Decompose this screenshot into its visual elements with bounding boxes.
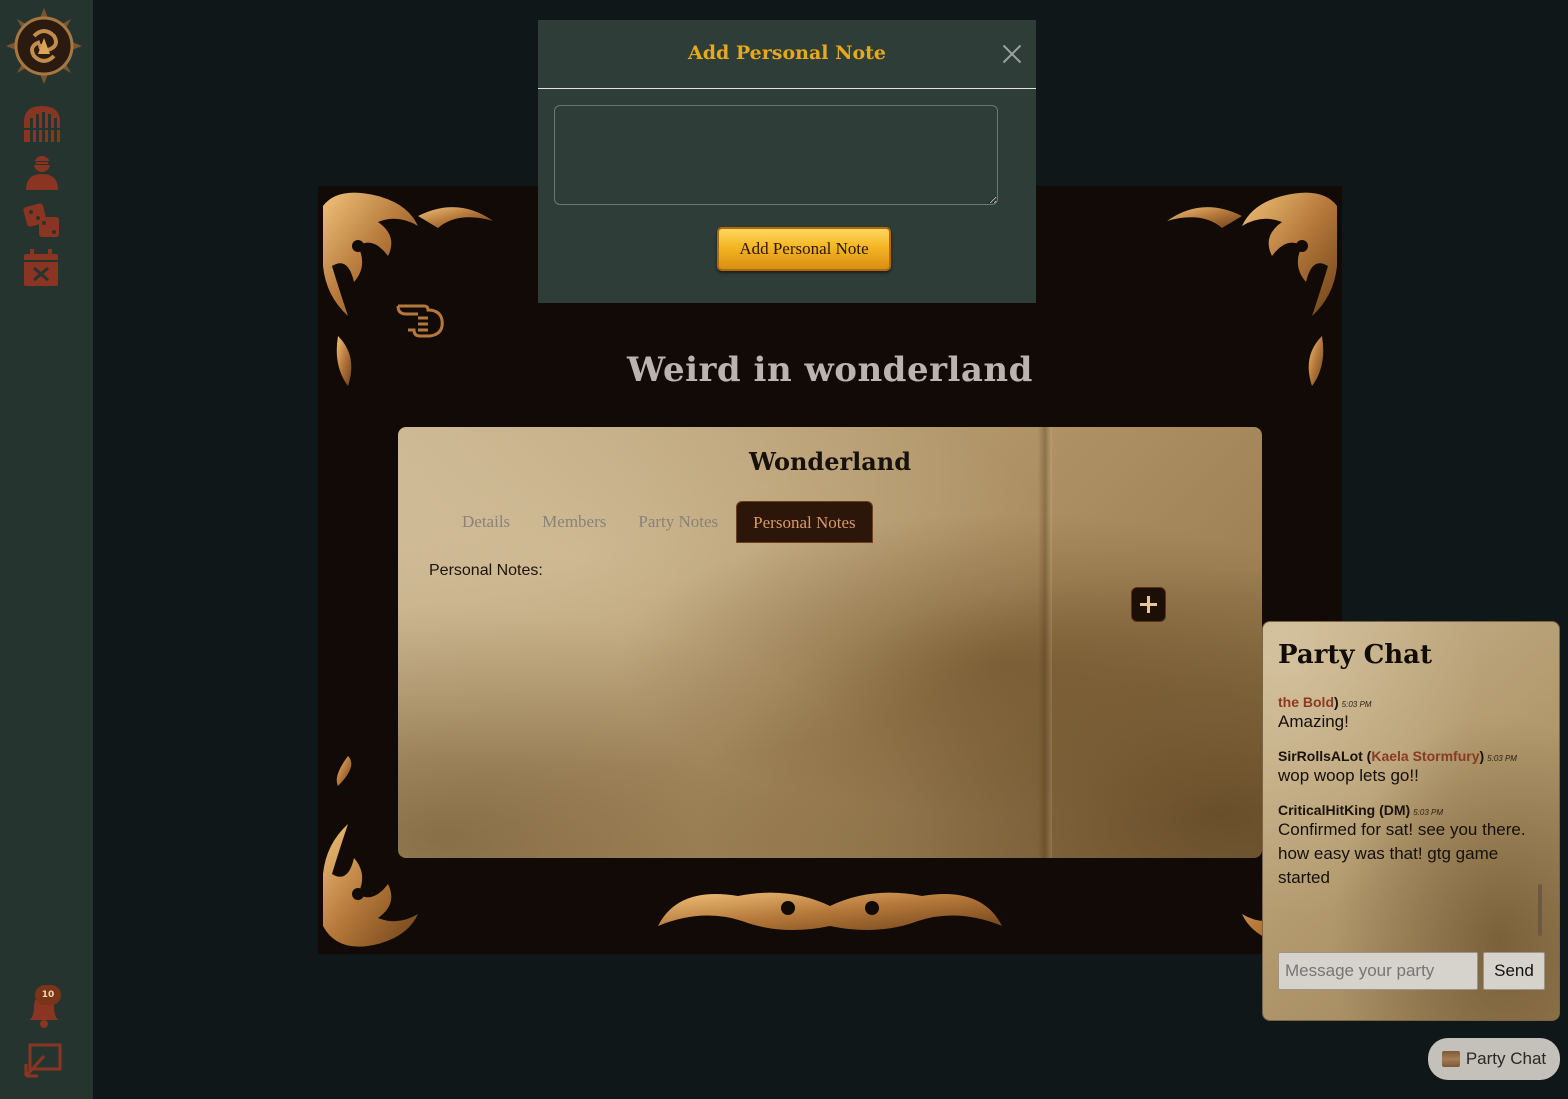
chat-message: CriticalHitKing (DM) 5:03 PM Confirmed fo… xyxy=(1278,802,1538,890)
message-time: 5:03 PM xyxy=(1341,700,1372,709)
campaigns-icon[interactable] xyxy=(22,104,62,144)
chat-message: the Bold) 5:03 PM Amazing! xyxy=(1278,694,1538,734)
tab-party-notes[interactable]: Party Notes xyxy=(622,501,734,543)
add-personal-note-button[interactable]: Add Personal Note xyxy=(717,227,891,271)
parchment-fold xyxy=(1038,427,1052,858)
message-character: the Bold xyxy=(1278,694,1334,710)
campaign-tabs: Details Members Party Notes Personal Not… xyxy=(446,501,873,543)
chat-message: SirRollsALot (Kaela Stormfury) 5:03 PM wo… xyxy=(1278,748,1538,788)
close-icon[interactable] xyxy=(1002,44,1022,64)
dice-icon[interactable] xyxy=(22,200,62,240)
notification-badge: 10 xyxy=(35,985,61,1005)
message-text: wop woop lets go!! xyxy=(1278,766,1419,785)
party-chat-panel: Party Chat the Bold) 5:03 PM Amazing! Sir… xyxy=(1262,621,1560,1021)
personal-notes-label: Personal Notes: xyxy=(429,562,543,579)
logo-icon[interactable] xyxy=(4,6,84,86)
tab-members[interactable]: Members xyxy=(526,501,622,543)
party-chat-toggle-label: Party Chat xyxy=(1465,1049,1547,1068)
message-meta: the Bold) 5:03 PM xyxy=(1278,694,1372,710)
message-text: Amazing! xyxy=(1278,712,1349,731)
note-textarea[interactable] xyxy=(554,105,998,205)
chat-title: Party Chat xyxy=(1278,640,1433,670)
chat-message-input[interactable] xyxy=(1278,952,1478,990)
message-character: Kaela Stormfury xyxy=(1371,748,1480,764)
message-time: 5:03 PM xyxy=(1487,754,1517,763)
message-text: Confirmed for sat! see you there. how ea… xyxy=(1278,820,1526,887)
message-time: 5:03 PM xyxy=(1413,808,1444,817)
modal-header: Add Personal Note xyxy=(538,20,1036,89)
scroll-icon xyxy=(1441,1051,1460,1067)
add-note-modal: Add Personal Note Add Personal Note xyxy=(538,20,1036,303)
party-chat-toggle-button[interactable]: Party Chat xyxy=(1428,1038,1560,1080)
character-icon[interactable] xyxy=(22,152,62,192)
page-title: Weird in wonderland xyxy=(627,350,1033,390)
chat-log[interactable]: the Bold) 5:03 PM Amazing! SirRollsALot (… xyxy=(1278,682,1538,932)
tab-personal-notes[interactable]: Personal Notes xyxy=(736,501,873,543)
send-button[interactable]: Send xyxy=(1483,952,1545,990)
message-user: SirRollsALot xyxy=(1278,748,1363,764)
modal-title: Add Personal Note xyxy=(687,42,887,64)
campaign-panel: Wonderland Details Members Party Notes P… xyxy=(398,427,1262,858)
calendar-cancel-icon[interactable] xyxy=(22,248,62,288)
tab-details[interactable]: Details xyxy=(446,501,526,543)
campaign-title: Wonderland xyxy=(748,447,912,476)
message-user: CriticalHitKing (DM) xyxy=(1278,802,1411,818)
sidebar: 10 xyxy=(0,0,93,1099)
message-meta: SirRollsALot (Kaela Stormfury) 5:03 PM xyxy=(1278,748,1517,764)
exit-icon[interactable] xyxy=(22,1042,64,1078)
chat-scrollbar[interactable] xyxy=(1538,884,1542,936)
message-meta: CriticalHitKing (DM) 5:03 PM xyxy=(1278,802,1538,818)
add-note-button[interactable] xyxy=(1131,587,1166,622)
pointing-hand-back-icon[interactable] xyxy=(396,296,448,340)
